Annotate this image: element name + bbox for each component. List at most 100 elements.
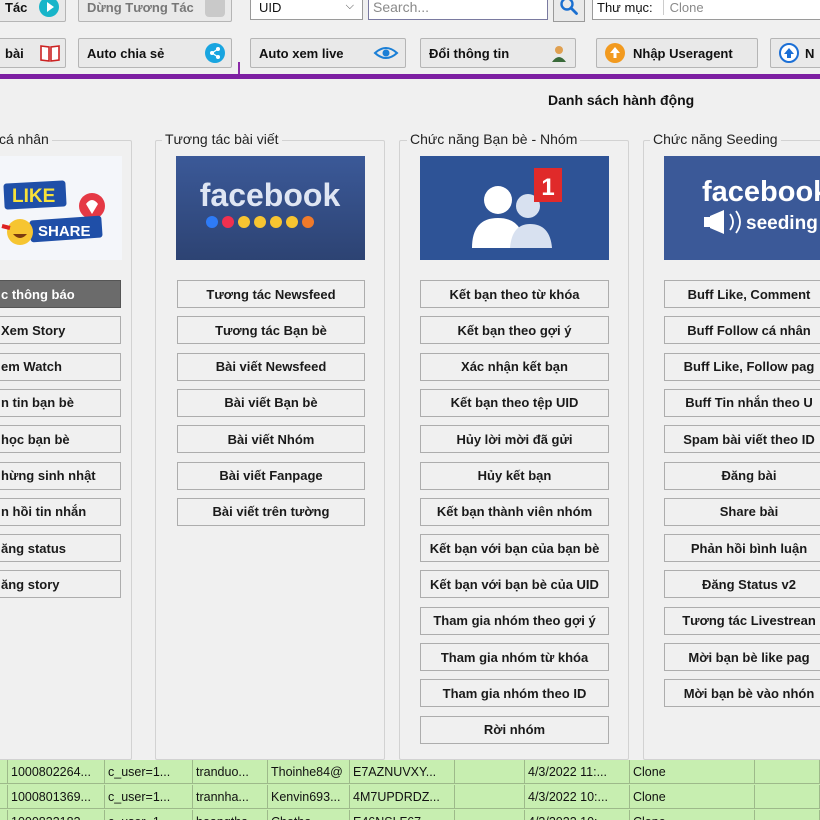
action-button-hung-sinh-nhat[interactable]: hừng sinh nhật xyxy=(0,461,121,490)
table-cell: Thoinhe84@ xyxy=(268,760,350,784)
action-button-dang-status-v2[interactable]: Đăng Status v2 xyxy=(664,570,820,599)
action-button-ket-ban-theo-tu-khoa[interactable]: Kết bạn theo từ khóa xyxy=(420,280,609,308)
action-button-n-hoi-tin-nhan[interactable]: n hồi tin nhắn xyxy=(0,497,121,526)
folder-label: Thư mục: xyxy=(597,0,653,15)
action-button-em-watch[interactable]: em Watch xyxy=(0,352,121,381)
action-button-tham-gia-nhom-theo-goi-y[interactable]: Tham gia nhóm theo gợi ý xyxy=(420,606,609,635)
table-cell: Clone xyxy=(630,785,755,809)
action-button-bai-viet-nhom[interactable]: Bài viết Nhóm xyxy=(177,425,365,454)
row-header-cell[interactable] xyxy=(0,785,8,809)
action-button-ket-ban-thanh-vien-nhom[interactable]: Kết bạn thành viên nhóm xyxy=(420,497,609,526)
action-button-tuong-tac-livestrean[interactable]: Tương tác Livestrean xyxy=(664,606,820,635)
up-arrow-icon xyxy=(779,43,799,63)
table-cell: trannha... xyxy=(193,785,268,809)
action-button-tham-gia-nhom-tu-khoa[interactable]: Tham gia nhóm từ khóa xyxy=(420,643,609,671)
action-button-moi-ban-be-vao-nhon[interactable]: Mời bạn bè vào nhón xyxy=(664,679,820,708)
group-seeding-title: Chức năng Seeding xyxy=(650,131,781,147)
search-placeholder: Search... xyxy=(373,0,430,15)
table-cell xyxy=(455,785,525,809)
group-friends-groups-title: Chức năng Bạn bè - Nhóm xyxy=(407,131,581,147)
banner-facebook2-text: facebook xyxy=(702,176,820,208)
eye-icon xyxy=(373,43,399,63)
friends-banner: 1 xyxy=(420,156,609,260)
action-button-spam-bai-viet-theo-id[interactable]: Spam bài viết theo ID xyxy=(664,425,820,454)
table-cell: c_user=1... xyxy=(105,785,193,809)
action-button-xac-nhan-ket-ban[interactable]: Xác nhận kết bạn xyxy=(420,352,609,381)
action-button-phan-hoi-binh-luan[interactable]: Phản hồi bình luận xyxy=(664,534,820,563)
group-personal-title: cá nhân xyxy=(0,131,52,147)
book-icon xyxy=(39,43,60,63)
table-cell: 4/3/2022 11:... xyxy=(525,760,630,784)
post-button[interactable]: bài xyxy=(0,38,66,68)
table-row[interactable]: 1000801369... c_user=1... trannha... Kenvin… xyxy=(0,785,820,809)
start-interact-button[interactable]: Tác xyxy=(0,0,66,22)
change-info-label: Đổi thông tin xyxy=(429,45,510,61)
table-cell: 4/3/2022 10:... xyxy=(525,785,630,809)
action-button-n-tin-ban-be[interactable]: n tin bạn bè xyxy=(0,388,121,417)
action-button-ket-ban-voi-ban-be-cua-uid[interactable]: Kết bạn với bạn bè của UID xyxy=(420,570,609,599)
folder-value: Clone xyxy=(662,0,704,15)
action-button-bai-viet-tren-tuong[interactable]: Bài viết trên tường xyxy=(177,497,365,526)
facebook-seeding-banner: facebook seeding xyxy=(664,156,820,260)
action-button-tuong-tac-newsfeed[interactable]: Tương tác Newsfeed xyxy=(177,280,365,308)
stop-interact-button[interactable]: Dừng Tương Tác xyxy=(78,0,232,22)
action-button-roi-nhom[interactable]: Rời nhóm xyxy=(420,715,609,744)
auto-share-label: Auto chia sẻ xyxy=(87,45,165,61)
auto-live-label: Auto xem live xyxy=(259,45,344,61)
filter-select[interactable]: UID ⌵ xyxy=(250,0,363,20)
action-button-ket-ban-theo-goi-y[interactable]: Kết bạn theo gợi ý xyxy=(420,316,609,345)
folder-field[interactable]: Thư mục: Clone xyxy=(592,0,820,20)
table-cell: tranduo... xyxy=(193,760,268,784)
play-icon xyxy=(39,0,59,17)
action-button-ket-ban-voi-ban-cua-ban-be[interactable]: Kết bạn với bạn của bạn bè xyxy=(420,534,609,563)
table-cell: Clone xyxy=(630,760,755,784)
banner-share-text: SHARE xyxy=(38,223,91,240)
action-button-tham-gia-nhom-theo-id[interactable]: Tham gia nhóm theo ID xyxy=(420,679,609,708)
table-cell xyxy=(455,810,525,820)
table-cell: Chotha... xyxy=(268,810,350,820)
action-button-hoc-ban-be[interactable]: học bạn bè xyxy=(0,425,121,454)
auto-share-button[interactable]: Auto chia sẻ xyxy=(78,38,232,68)
action-button-moi-ban-be-like-pag[interactable]: Mời bạn bè like pag xyxy=(664,643,820,671)
table-cell: 1000801369... xyxy=(8,785,105,809)
action-button-share-bai[interactable]: Share bài xyxy=(664,497,820,526)
banner-seeding-text: seeding xyxy=(746,213,818,234)
table-cell xyxy=(755,760,820,784)
search-icon xyxy=(559,0,579,19)
table-cell xyxy=(755,785,820,809)
account-grid[interactable]: 1000802264... c_user=1... tranduo... Thoinh… xyxy=(0,760,820,820)
action-button-ang-status[interactable]: ăng status xyxy=(0,534,121,563)
action-button-buff-like-comment[interactable]: Buff Like, Comment xyxy=(664,280,820,308)
action-button-bai-viet-fanpage[interactable]: Bài viết Fanpage xyxy=(177,461,365,490)
action-button-tuong-tac-ban-be[interactable]: Tương tác Bạn bè xyxy=(177,316,365,345)
search-input[interactable]: Search... xyxy=(368,0,548,20)
action-button-dang-bai[interactable]: Đăng bài xyxy=(664,461,820,490)
table-cell: Kenvin693... xyxy=(268,785,350,809)
share-icon xyxy=(205,43,225,63)
banner-notification-count: 1 xyxy=(541,174,554,201)
row-header-cell[interactable] xyxy=(0,760,8,784)
table-cell: c_user=1... xyxy=(105,810,193,820)
table-row[interactable]: 1000833183...c_user=1...hoangtha...Choth… xyxy=(0,810,820,820)
stop-interact-label: Dừng Tương Tác xyxy=(87,0,194,15)
action-button-buff-follow-ca-nhan[interactable]: Buff Follow cá nhân xyxy=(664,316,820,345)
action-button-xem-story[interactable]: Xem Story xyxy=(0,316,121,345)
table-row[interactable]: 1000802264... c_user=1... tranduo... Thoinh… xyxy=(0,760,820,784)
table-cell: hoangtha... xyxy=(193,810,268,820)
action-button-ang-story[interactable]: ăng story xyxy=(0,570,121,599)
banner-like-text: LIKE xyxy=(12,186,55,207)
action-button-c-thong-bao[interactable]: c thông báo xyxy=(0,280,121,308)
action-button-ket-ban-theo-tep-uid[interactable]: Kết bạn theo tệp UID xyxy=(420,388,609,417)
action-button-huy-loi-moi-da-gui[interactable]: Hủy lời mời đã gửi xyxy=(420,425,609,454)
action-button-buff-like-follow-pag[interactable]: Buff Like, Follow pag xyxy=(664,352,820,381)
table-cell: 4/3/2022 10:... xyxy=(525,810,630,820)
table-cell: E7AZNUVXY... xyxy=(350,760,455,784)
action-button-huy-ket-ban[interactable]: Hủy kết bạn xyxy=(420,461,609,490)
action-button-bai-viet-ban-be[interactable]: Bài viết Bạn bè xyxy=(177,388,365,417)
like-share-banner: LIKE SHARE xyxy=(0,156,122,260)
action-button-buff-tin-nhan-theo-u[interactable]: Buff Tin nhắn theo U xyxy=(664,388,820,417)
row-header-cell[interactable] xyxy=(0,810,8,820)
search-button[interactable] xyxy=(553,0,585,22)
chevron-down-icon: ⌵ xyxy=(345,0,354,12)
action-button-bai-viet-newsfeed[interactable]: Bài viết Newsfeed xyxy=(177,352,365,381)
